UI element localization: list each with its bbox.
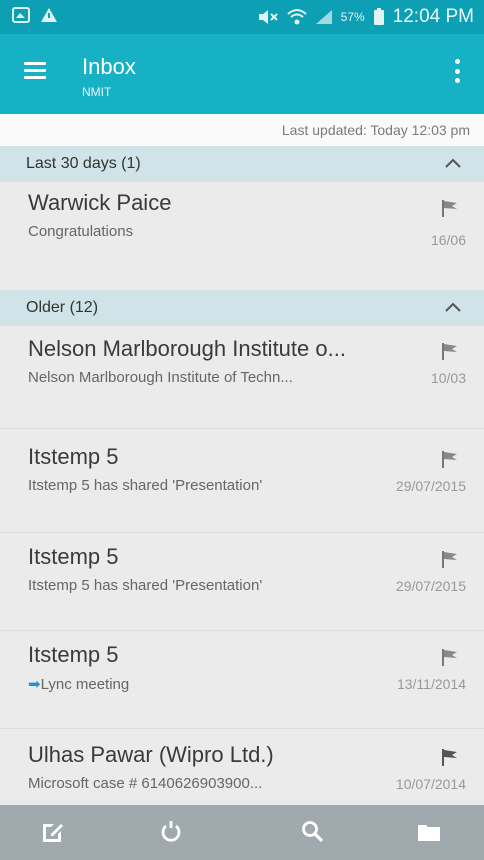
flag-icon[interactable] xyxy=(440,747,460,767)
status-time: 12:04 PM xyxy=(392,6,474,27)
flag-icon[interactable] xyxy=(440,647,460,667)
last-updated-text: Last updated: Today 12:03 pm xyxy=(0,114,484,146)
divider xyxy=(0,728,484,729)
subject-text: Lync meeting xyxy=(40,676,130,693)
list-item[interactable]: Ulhas Pawar (Wipro Ltd.) Microsoft case … xyxy=(0,734,484,805)
section-label: Older (12) xyxy=(26,299,99,316)
battery-percent: 57% xyxy=(340,10,365,24)
received-date: 10/07/2014 xyxy=(395,776,466,792)
received-date: 10/03 xyxy=(430,370,466,386)
warning-icon xyxy=(41,8,57,22)
sender-name: Itstemp 5 xyxy=(28,444,119,469)
search-icon[interactable] xyxy=(300,819,326,845)
subject-preview: Microsoft case # 6140626903900... xyxy=(28,775,263,792)
chevron-up-icon[interactable] xyxy=(444,300,462,314)
subject-preview: Itstemp 5 has shared 'Presentation' xyxy=(28,577,263,594)
battery-icon xyxy=(373,8,384,25)
divider xyxy=(0,532,484,533)
list-item[interactable]: Warwick Paice Congratulations 16/06 xyxy=(0,182,484,286)
divider xyxy=(0,630,484,631)
sender-name: Ulhas Pawar (Wipro Ltd.) xyxy=(28,742,274,767)
flag-icon[interactable] xyxy=(440,449,460,469)
flag-icon[interactable] xyxy=(440,341,460,361)
refresh-icon[interactable] xyxy=(158,819,184,845)
chevron-up-icon[interactable] xyxy=(444,156,462,170)
section-label: Last 30 days (1) xyxy=(26,155,141,172)
subject-preview: ➡Lync meeting xyxy=(28,675,129,693)
wifi-icon xyxy=(286,9,307,25)
list-item[interactable]: Nelson Marlborough Institute o... Nelson… xyxy=(0,328,484,428)
subject-preview: Congratulations xyxy=(28,223,134,240)
sender-name: Nelson Marlborough Institute o... xyxy=(28,336,346,361)
subject-preview: Nelson Marlborough Institute of Techn... xyxy=(28,369,293,386)
more-options-icon[interactable] xyxy=(454,59,460,83)
gallery-notification-icon xyxy=(12,7,30,23)
menu-icon[interactable] xyxy=(24,62,46,80)
sender-name: Warwick Paice xyxy=(28,190,172,215)
section-header-last-30-days[interactable]: Last 30 days (1) xyxy=(0,146,484,182)
list-item[interactable]: Itstemp 5 Itstemp 5 has shared 'Presenta… xyxy=(0,436,484,532)
section-header-older[interactable]: Older (12) xyxy=(0,290,484,326)
received-date: 29/07/2015 xyxy=(395,478,466,494)
sender-name: Itstemp 5 xyxy=(28,544,119,569)
received-date: 29/07/2015 xyxy=(395,578,466,594)
signal-icon xyxy=(315,10,332,24)
list-item[interactable]: Itstemp 5 ➡Lync meeting 13/11/2014 xyxy=(0,634,484,728)
account-subtitle: NMIT xyxy=(82,85,112,99)
page-title: Inbox xyxy=(82,54,136,79)
flag-icon[interactable] xyxy=(440,198,460,218)
sender-name: Itstemp 5 xyxy=(28,642,119,667)
folder-icon[interactable] xyxy=(416,819,442,845)
received-date: 13/11/2014 xyxy=(396,676,466,692)
meeting-arrow-icon: ➡ xyxy=(28,676,41,693)
received-date: 16/06 xyxy=(430,232,466,248)
divider xyxy=(0,428,484,429)
mute-icon xyxy=(258,10,278,24)
status-bar: 57% 12:04 PM xyxy=(0,0,484,34)
flag-icon[interactable] xyxy=(440,549,460,569)
compose-icon[interactable] xyxy=(40,819,66,845)
subject-preview: Itstemp 5 has shared 'Presentation' xyxy=(28,477,263,494)
app-bar: Inbox NMIT xyxy=(0,34,484,114)
list-item[interactable]: Itstemp 5 Itstemp 5 has shared 'Presenta… xyxy=(0,536,484,630)
bottom-toolbar xyxy=(0,805,484,860)
